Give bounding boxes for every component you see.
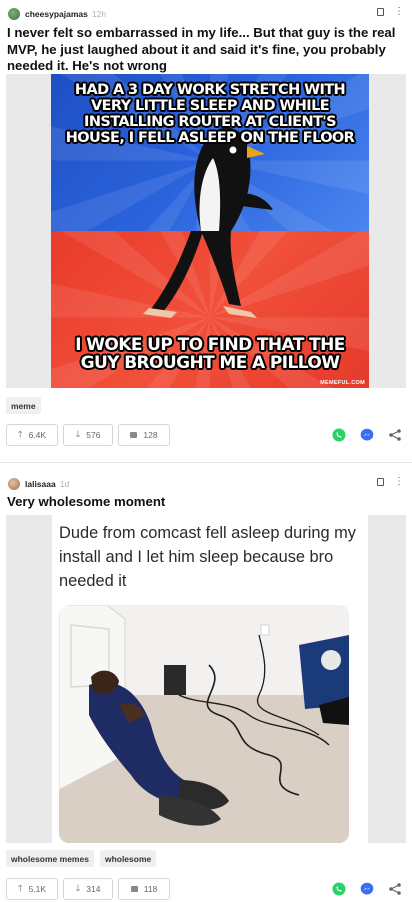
- tag[interactable]: meme: [6, 397, 41, 414]
- screenshot-image[interactable]: Dude from comcast fell asleep during my …: [52, 515, 368, 843]
- share-icon[interactable]: [388, 882, 402, 896]
- meme-top-text: HAD A 3 DAY WORK STRETCH WITH VERY LITTL…: [65, 82, 355, 146]
- meme-image[interactable]: HAD A 3 DAY WORK STRETCH WITH VERY LITTL…: [51, 74, 369, 388]
- messenger-icon[interactable]: [360, 428, 374, 442]
- meme-bottom-text: I WOKE UP TO FIND THAT THE GUY BROUGHT M…: [75, 335, 345, 373]
- whatsapp-icon[interactable]: [332, 428, 346, 442]
- arrow-down-icon: 🡓: [75, 883, 81, 893]
- more-icon[interactable]: ⋮: [394, 7, 404, 17]
- comment-count: 118: [143, 884, 158, 894]
- save-icon[interactable]: [377, 478, 384, 486]
- messenger-icon[interactable]: [360, 882, 374, 896]
- save-icon[interactable]: [377, 8, 384, 16]
- avatar[interactable]: [8, 478, 20, 490]
- post-title[interactable]: I never felt so embarrassed in my life..…: [7, 25, 409, 75]
- more-icon[interactable]: ⋮: [394, 477, 404, 487]
- comment-icon: [130, 432, 138, 438]
- avatar[interactable]: [8, 8, 20, 20]
- downvote-count: 314: [86, 884, 101, 894]
- tag[interactable]: wholesome: [99, 850, 157, 867]
- arrow-up-icon: 🡑: [17, 883, 23, 893]
- whatsapp-icon[interactable]: [332, 882, 346, 896]
- comment-icon: [130, 886, 138, 892]
- post-divider: [0, 462, 412, 463]
- sleeping-man-photo: [59, 605, 349, 843]
- watermark: MEMEFUL.COM: [320, 380, 365, 386]
- author-name[interactable]: lalisaaa: [25, 479, 56, 489]
- post-card: lalisaaa 1d ⋮ Very wholesome moment Dude…: [0, 468, 412, 902]
- upvote-button[interactable]: 🡑 5.1K: [6, 878, 58, 900]
- arrow-up-icon: 🡑: [17, 429, 23, 439]
- downvote-count: 576: [86, 430, 101, 440]
- tag-list: wholesome memes wholesome: [6, 850, 157, 867]
- tag[interactable]: wholesome memes: [6, 850, 94, 867]
- downvote-button[interactable]: 🡓 314: [63, 878, 113, 900]
- post-media[interactable]: HAD A 3 DAY WORK STRETCH WITH VERY LITTL…: [6, 74, 406, 388]
- comment-button[interactable]: 128: [118, 424, 170, 446]
- action-bar: 🡑 5.1K 🡓 314 118: [6, 878, 406, 900]
- post-header: cheesypajamas 12h ⋮: [8, 6, 404, 22]
- post-title[interactable]: Very wholesome moment: [7, 494, 409, 510]
- post-header: lalisaaa 1d ⋮: [8, 476, 404, 492]
- upvote-count: 6.4K: [28, 430, 47, 440]
- post-time: 1d: [59, 479, 70, 489]
- comment-count: 128: [143, 430, 158, 440]
- arrow-down-icon: 🡓: [75, 429, 81, 439]
- post-time: 12h: [91, 9, 107, 19]
- tag-list: meme: [6, 397, 41, 414]
- downvote-button[interactable]: 🡓 576: [63, 424, 113, 446]
- author-name[interactable]: cheesypajamas: [25, 9, 88, 19]
- image-caption-text: Dude from comcast fell asleep during my …: [59, 524, 356, 590]
- post-media[interactable]: Dude from comcast fell asleep during my …: [6, 515, 406, 843]
- share-icon[interactable]: [388, 428, 402, 442]
- upvote-button[interactable]: 🡑 6.4K: [6, 424, 58, 446]
- upvote-count: 5.1K: [28, 884, 47, 894]
- action-bar: 🡑 6.4K 🡓 576 128: [6, 424, 406, 446]
- post-card: cheesypajamas 12h ⋮ I never felt so emba…: [0, 0, 412, 460]
- comment-button[interactable]: 118: [118, 878, 170, 900]
